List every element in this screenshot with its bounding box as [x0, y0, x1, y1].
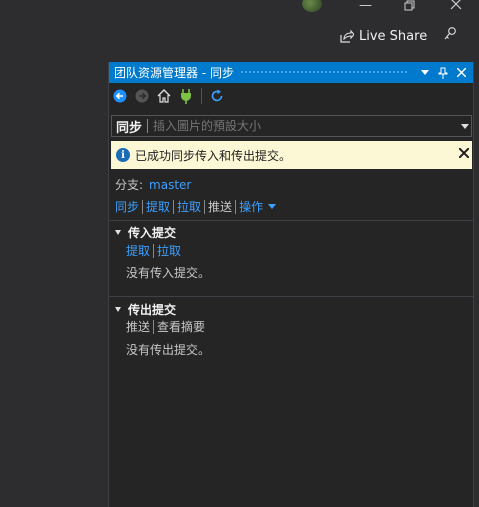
- divider: [109, 220, 473, 221]
- branch-label: 分支:: [115, 178, 144, 192]
- info-bar: i 已成功同步传入和传出提交。: [111, 141, 472, 169]
- restore-icon[interactable]: [403, 0, 417, 14]
- plug-icon[interactable]: [175, 86, 197, 106]
- toolbar-separator: [201, 88, 202, 104]
- action-separator: [153, 319, 155, 334]
- collapse-triangle-icon[interactable]: [115, 230, 121, 235]
- view-summary-link[interactable]: 查看摘要: [157, 318, 205, 335]
- outgoing-empty-text: 没有传出提交。: [126, 343, 211, 357]
- info-message: 已成功同步传入和传出提交。: [135, 148, 292, 163]
- combo-separator: [147, 119, 149, 133]
- collapse-triangle-icon[interactable]: [115, 307, 121, 312]
- page-search-combo[interactable]: 同步: [111, 115, 472, 137]
- refresh-icon[interactable]: [206, 86, 228, 106]
- live-share-button[interactable]: Live Share: [339, 26, 427, 46]
- incoming-pull-link[interactable]: 拉取: [157, 242, 181, 259]
- incoming-actions: 提取 拉取: [126, 242, 181, 259]
- feedback-icon[interactable]: [443, 26, 459, 45]
- minimize-icon[interactable]: —: [359, 0, 372, 14]
- action-separator: [142, 199, 144, 214]
- avatar[interactable]: [302, 0, 322, 12]
- back-icon[interactable]: [109, 86, 131, 106]
- incoming-empty-text: 没有传入提交。: [126, 266, 211, 280]
- action-separator: [204, 199, 206, 214]
- incoming-fetch-link[interactable]: 提取: [126, 242, 150, 259]
- search-input[interactable]: [153, 119, 444, 133]
- incoming-section-header[interactable]: 传入提交: [115, 224, 176, 241]
- outgoing-section-header[interactable]: 传出提交: [115, 301, 176, 318]
- panel-title: 团队资源管理器 - 同步: [114, 66, 234, 80]
- outgoing-header: 传出提交: [128, 303, 177, 317]
- current-page-label: 同步: [116, 120, 143, 136]
- outgoing-push-link[interactable]: 推送: [126, 318, 150, 335]
- divider: [109, 296, 473, 297]
- dropdown-icon[interactable]: [417, 65, 433, 81]
- sync-link[interactable]: 同步: [115, 198, 139, 215]
- branch-link[interactable]: master: [149, 178, 191, 192]
- chevron-down-icon[interactable]: [458, 116, 472, 136]
- push-link[interactable]: 推送: [208, 198, 232, 215]
- panel-title-bar[interactable]: 团队资源管理器 - 同步: [109, 62, 473, 83]
- branch-row: 分支: master: [115, 176, 191, 193]
- pin-icon[interactable]: [435, 65, 451, 81]
- outgoing-actions: 推送 查看摘要: [126, 318, 205, 335]
- action-separator: [235, 199, 237, 214]
- action-separator: [173, 199, 175, 214]
- title-grip: [239, 70, 409, 75]
- live-share-label: Live Share: [359, 28, 428, 44]
- panel-toolbar: [109, 85, 228, 107]
- action-separator: [153, 243, 155, 258]
- pull-link[interactable]: 拉取: [177, 198, 201, 215]
- close-window-icon[interactable]: [449, 0, 463, 14]
- home-icon[interactable]: [153, 86, 175, 106]
- fetch-link[interactable]: 提取: [146, 198, 170, 215]
- team-explorer-panel: 团队资源管理器 - 同步 同步 插入圖片的預設大小 i 已成功同步传入和传出提交…: [108, 62, 474, 507]
- incoming-header: 传入提交: [128, 226, 177, 240]
- actions-chevron-icon[interactable]: [268, 204, 277, 209]
- info-icon: i: [116, 148, 130, 162]
- sync-actions: 同步 提取 拉取 推送 操作: [115, 198, 277, 215]
- forward-icon[interactable]: [131, 86, 153, 106]
- dismiss-info-icon[interactable]: [458, 146, 470, 162]
- live-share-icon: [340, 29, 354, 43]
- actions-menu[interactable]: 操作: [239, 198, 263, 215]
- close-icon[interactable]: [453, 65, 469, 81]
